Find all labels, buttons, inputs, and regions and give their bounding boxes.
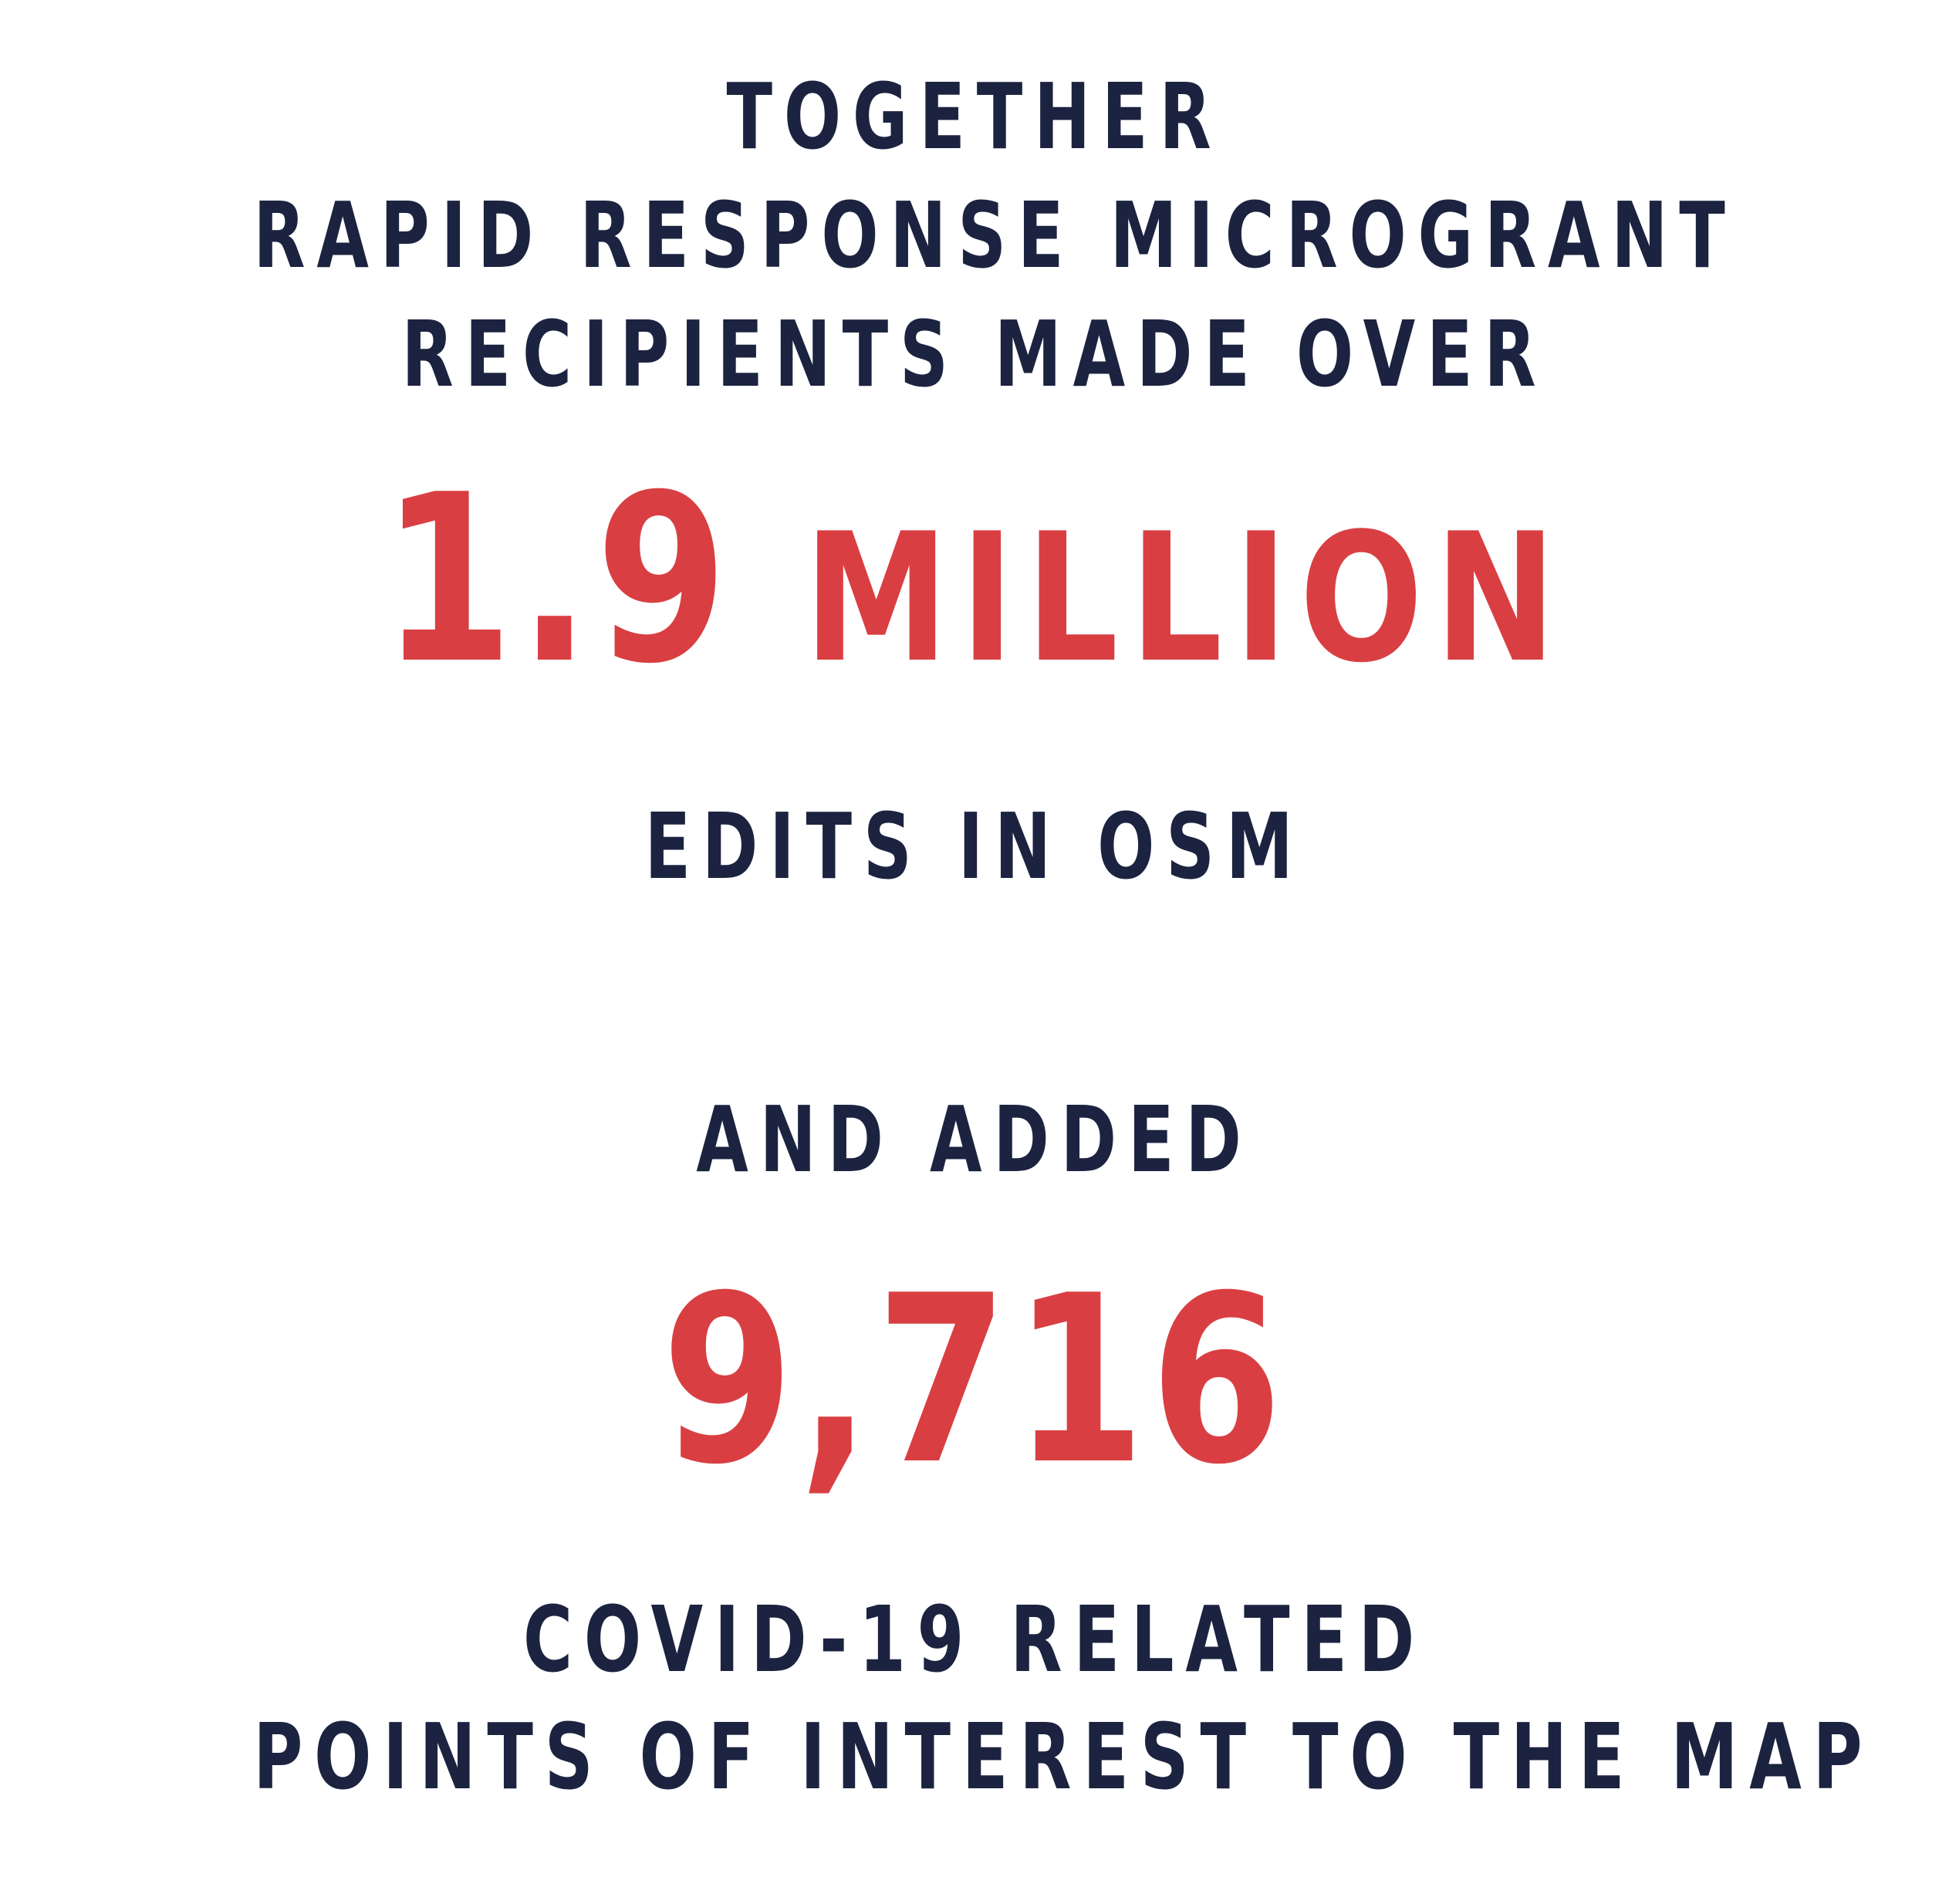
- stat-edits-caption: EDITS IN OSM: [644, 793, 1305, 900]
- connector-text: AND ADDED: [696, 1086, 1253, 1193]
- stat-poi-caption-line2: POINTS OF INTEREST TO THE MAP: [253, 1703, 1874, 1810]
- stat-poi-caption-line1: COVID-19 RELATED: [522, 1586, 1427, 1693]
- intro-line-recipients: RECIPIENTS MADE OVER: [401, 301, 1548, 407]
- stat-edits-number: 1.9: [381, 445, 733, 714]
- infographic: TOGETHER RAPID RESPONSE MICROGRANT RECIP…: [0, 0, 1949, 1904]
- stat-edits-value: 1.9 MILLION: [175, 464, 1773, 696]
- intro-line-microgrant: RAPID RESPONSE MICROGRANT: [253, 182, 1737, 289]
- stat-poi-number: 9,716: [661, 1246, 1288, 1515]
- intro-line-together: TOGETHER: [726, 63, 1223, 170]
- stat-edits-unit: MILLION: [803, 496, 1568, 702]
